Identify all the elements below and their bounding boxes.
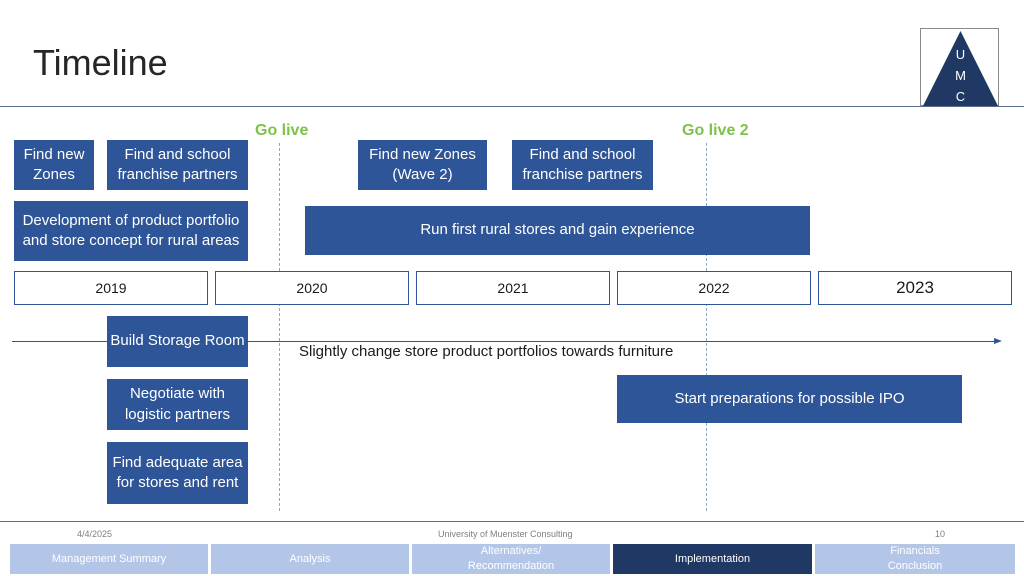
task-negotiate-logistics: Negotiate with logistic partners (107, 379, 248, 430)
task-find-area: Find adequate area for stores and rent (107, 442, 248, 504)
go-live-2-label: Go live 2 (682, 122, 749, 139)
nav-tab-implementation[interactable]: Implementation (613, 544, 812, 574)
go-live-2-marker-line (706, 143, 707, 511)
footer-divider (0, 521, 1024, 522)
task-build-storage: Build Storage Room (107, 316, 248, 367)
title-divider (0, 106, 1024, 107)
umc-logo: U M C (920, 28, 999, 106)
go-live-label: Go live (255, 122, 309, 139)
task-start-ipo: Start preparations for possible IPO (617, 375, 962, 423)
footer-date: 4/4/2025 (77, 529, 113, 539)
page-title: Timeline (33, 42, 168, 83)
year-2019: 2019 (14, 271, 208, 305)
nav-tab-financials-conclusion[interactable]: Financials Conclusion (815, 544, 1015, 574)
task-find-new-zones-wave2: Find new Zones (Wave 2) (358, 140, 487, 190)
go-live-marker-line (279, 143, 280, 511)
logo-letter-c: C (955, 89, 966, 104)
task-find-school-partners-2: Find and school franchise partners (512, 140, 653, 190)
nav-tab-analysis[interactable]: Analysis (211, 544, 409, 574)
year-2023: 2023 (818, 271, 1012, 305)
task-find-school-partners: Find and school franchise partners (107, 140, 248, 190)
task-find-new-zones: Find new Zones (14, 140, 94, 190)
portfolio-change-label: Slightly change store product portfolios… (299, 343, 674, 360)
footer-page-number: 10 (935, 529, 946, 539)
year-2020: 2020 (215, 271, 409, 305)
logo-letter-u: U (955, 47, 966, 62)
year-2021: 2021 (416, 271, 610, 305)
logo-letter-m: M (955, 68, 966, 83)
year-2022: 2022 (617, 271, 811, 305)
footer-company: University of Muenster Consulting (438, 529, 573, 539)
task-run-rural-stores: Run first rural stores and gain experien… (305, 206, 810, 255)
nav-tab-management-summary[interactable]: Management Summary (10, 544, 208, 574)
nav-tab-alternatives[interactable]: Alternatives/ Recommendation (412, 544, 610, 574)
task-development-portfolio: Development of product portfolio and sto… (14, 201, 248, 261)
arrow-head-icon (994, 338, 1002, 344)
